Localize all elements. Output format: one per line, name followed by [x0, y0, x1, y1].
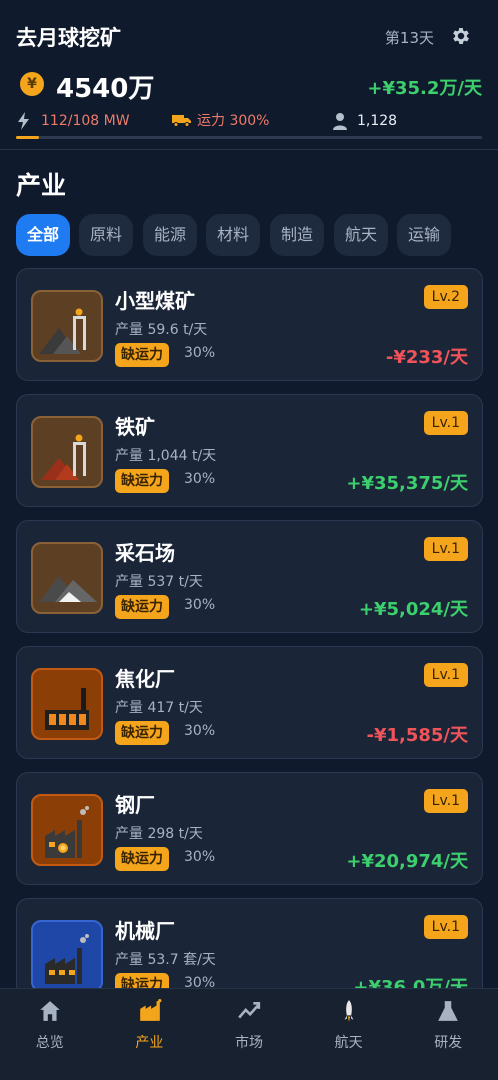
- industry-name: 机械厂: [115, 919, 175, 943]
- industry-output: 产量 417 t/天: [115, 700, 203, 716]
- industry-list[interactable]: 小型煤矿 产量 59.6 t/天 缺运力 30% Lv.2 -¥233/天 铁矿 产量 1,0…: [16, 268, 483, 988]
- power-value: 112/108 MW: [41, 113, 130, 129]
- coking-plant-icon: [31, 668, 103, 740]
- industry-output: 产量 537 t/天: [115, 574, 203, 590]
- industry-card[interactable]: 铁矿产量 1,044 t/天缺运力 30% Lv.1 +¥35,375/天: [16, 394, 483, 507]
- person-icon: [333, 113, 347, 130]
- industry-name: 焦化厂: [115, 667, 175, 691]
- coin-icon: ¥: [20, 72, 44, 96]
- transport-warning-badge: 缺运力: [115, 595, 169, 619]
- top-bar: 去月球挖矿 第13天 ¥ 4540万 +¥35.2万/天 112/108 MW …: [0, 0, 498, 150]
- nav-label: 产业: [135, 1035, 164, 1051]
- tab-2[interactable]: 能源: [143, 214, 198, 256]
- industry-card[interactable]: 钢厂产量 298 t/天缺运力 30% Lv.1 +¥20,974/天: [16, 772, 483, 885]
- section-title: 产业: [16, 171, 67, 200]
- daily-profit: +¥36.0万/天: [353, 977, 468, 988]
- level-badge[interactable]: Lv.1: [423, 789, 468, 813]
- level-badge[interactable]: Lv.1: [423, 537, 468, 561]
- progress-bar: [16, 136, 482, 139]
- tab-0[interactable]: 全部: [16, 214, 71, 256]
- transport-warning-badge: 缺运力: [115, 973, 169, 988]
- transport-warning-badge: 缺运力: [115, 721, 169, 745]
- tab-5[interactable]: 航天: [334, 214, 389, 256]
- tab-1[interactable]: 原料: [79, 214, 134, 256]
- efficiency-percent: 30%: [184, 849, 216, 865]
- rocket-icon: [344, 1000, 354, 1022]
- nav-chart-line[interactable]: 市场: [199, 989, 299, 1080]
- industry-card[interactable]: 小型煤矿产量 59.6 t/天缺运力 30% Lv.2 -¥233/天: [16, 268, 483, 381]
- nav-label: 总览: [35, 1035, 64, 1051]
- efficiency-percent: 30%: [184, 975, 216, 988]
- industry-name: 铁矿: [115, 415, 155, 439]
- iron-mine-icon: [31, 416, 103, 488]
- tab-3[interactable]: 材料: [206, 214, 261, 256]
- daily-profit: +¥35,375/天: [346, 473, 468, 494]
- industry-output: 产量 298 t/天: [115, 826, 203, 842]
- tab-4[interactable]: 制造: [270, 214, 325, 256]
- level-badge[interactable]: Lv.1: [423, 411, 468, 435]
- daily-profit: +¥20,974/天: [346, 851, 468, 872]
- level-badge[interactable]: Lv.1: [423, 663, 468, 687]
- chart-line-icon: [238, 1002, 261, 1019]
- day-counter: 第13天: [384, 29, 434, 47]
- nav-label: 市场: [234, 1035, 263, 1051]
- mine-icon: [31, 290, 103, 362]
- category-tabs: 全部 原料 能源 材料 制造 航天 运输: [16, 214, 482, 256]
- settings-button[interactable]: [450, 25, 472, 47]
- nav-label: 研发: [434, 1035, 463, 1051]
- efficiency-percent: 30%: [184, 471, 216, 487]
- level-badge[interactable]: Lv.2: [423, 285, 468, 309]
- progress-fill: [16, 136, 40, 139]
- industry-card[interactable]: 机械厂产量 53.7 套/天 缺运力 30% Lv.1 +¥36.0万/天: [16, 898, 483, 988]
- daily-income: +¥35.2万/天: [367, 78, 482, 99]
- daily-profit: -¥1,585/天: [366, 725, 468, 746]
- population-value: 1,128: [357, 113, 398, 129]
- money-balance: 4540万: [56, 74, 155, 104]
- lightning-icon: [18, 112, 29, 130]
- factory-icon: [139, 999, 162, 1021]
- efficiency-percent: 30%: [184, 723, 216, 739]
- efficiency-percent: 30%: [184, 345, 216, 361]
- nav-flask[interactable]: 研发: [398, 989, 498, 1080]
- level-badge[interactable]: Lv.1: [423, 915, 468, 939]
- bottom-nav: 总览 产业 市场 航天 研发: [0, 988, 498, 1080]
- industry-card[interactable]: 焦化厂产量 417 t/天缺运力 30% Lv.1 -¥1,585/天: [16, 646, 483, 759]
- industry-name: 钢厂: [115, 793, 155, 817]
- truck-icon: [172, 115, 191, 127]
- transport-warning-badge: 缺运力: [115, 469, 169, 493]
- nav-rocket[interactable]: 航天: [299, 989, 399, 1080]
- daily-profit: -¥233/天: [385, 347, 468, 368]
- industry-output: 产量 59.6 t/天: [115, 322, 208, 338]
- gear-icon: [453, 28, 469, 44]
- industry-output: 产量 53.7 套/天: [115, 952, 216, 968]
- app-title: 去月球挖矿: [16, 26, 121, 50]
- industry-output: 产量 1,044 t/天: [115, 448, 217, 464]
- industry-card[interactable]: 采石场产量 537 t/天缺运力 30% Lv.1 +¥5,024/天: [16, 520, 483, 633]
- quarry-icon: [31, 542, 103, 614]
- efficiency-percent: 30%: [184, 597, 216, 613]
- transport-warning-badge: 缺运力: [115, 343, 169, 367]
- transport-value: 运力 300%: [197, 113, 270, 129]
- home-icon: [40, 1001, 60, 1021]
- nav-home[interactable]: 总览: [0, 989, 100, 1080]
- machinery-factory-icon: [31, 920, 103, 988]
- status-row: 112/108 MW 运力 300% 1,128: [16, 110, 482, 132]
- industry-name: 采石场: [115, 541, 175, 565]
- flask-icon: [438, 1001, 459, 1021]
- tab-6[interactable]: 运输: [397, 214, 452, 256]
- daily-profit: +¥5,024/天: [358, 599, 468, 620]
- industry-name: 小型煤矿: [115, 289, 195, 313]
- transport-warning-badge: 缺运力: [115, 847, 169, 871]
- nav-label: 航天: [334, 1035, 363, 1051]
- steel-mill-icon: [31, 794, 103, 866]
- nav-factory[interactable]: 产业: [100, 989, 200, 1080]
